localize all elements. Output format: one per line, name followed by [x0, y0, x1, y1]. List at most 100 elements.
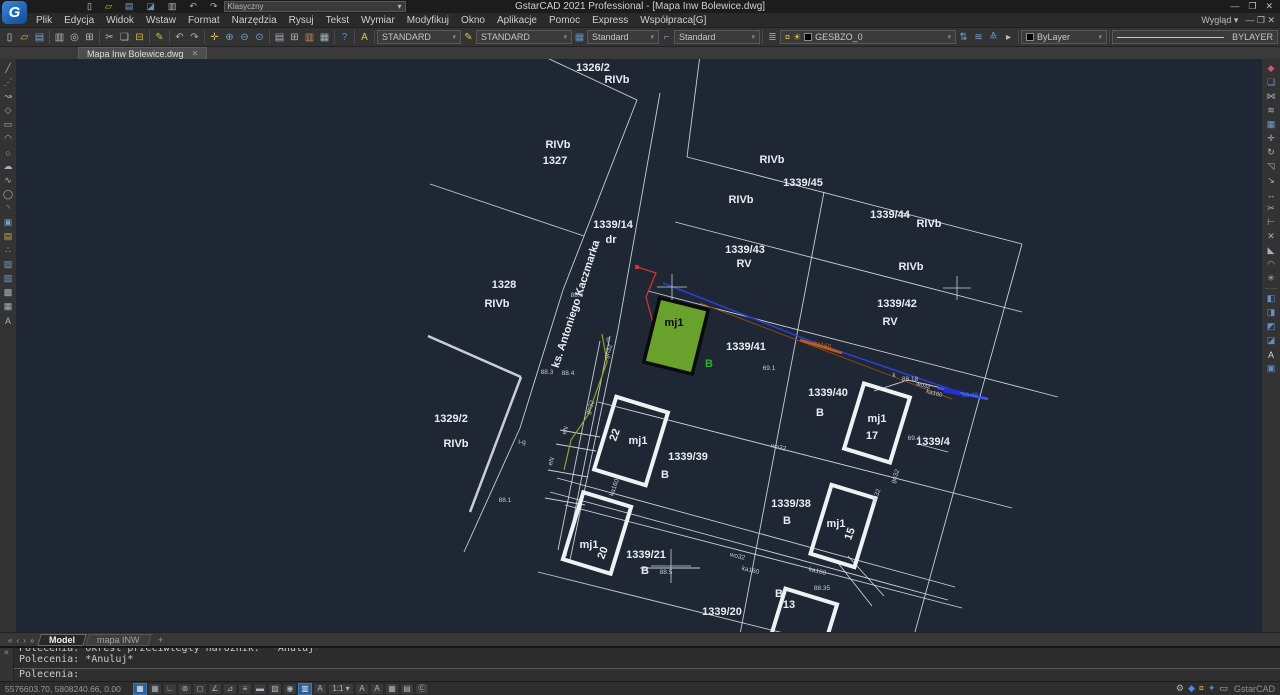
menu-wstaw[interactable]: Wstaw — [140, 15, 182, 26]
layout-tab-mapa-inw[interactable]: mapa INW — [86, 634, 152, 646]
redo-icon[interactable]: ↷ — [210, 1, 218, 12]
menu-format[interactable]: Format — [182, 15, 226, 26]
revision-cloud-icon[interactable]: ☁ — [1, 160, 15, 173]
ellipse-arc-icon[interactable]: ◝ — [1, 202, 15, 215]
erase-icon[interactable]: ◆ — [1264, 62, 1278, 75]
annotation-sync-toggle[interactable]: A — [370, 683, 384, 695]
table-icon[interactable]: ▦ — [1, 300, 15, 313]
menu-narzdzia[interactable]: Narzędzia — [226, 15, 283, 26]
open-file-icon[interactable]: ▱ — [105, 1, 112, 12]
menu-modyfikuj[interactable]: Modyfikuj — [401, 15, 455, 26]
draw-order-back-icon[interactable]: ◨ — [1264, 306, 1278, 319]
new-icon[interactable]: ▯ — [2, 30, 17, 45]
zoom-window-icon[interactable]: ⊖ — [237, 30, 252, 45]
isometric-draft-toggle[interactable]: ▦ — [385, 683, 399, 695]
polar-toggle[interactable]: ⊚ — [178, 683, 192, 695]
point-icon[interactable]: ∴ — [1, 244, 15, 257]
layout-nav-icon[interactable]: » — [28, 636, 36, 645]
snap-toggle[interactable]: ▦ — [133, 683, 147, 695]
drawing-svg[interactable]: 1326/2RIVbRIVb1327RIVb1339/45RIVb1339/44… — [16, 59, 1262, 632]
trim-icon[interactable]: ✂ — [1264, 202, 1278, 215]
clean-screen-toggle[interactable]: Ⓒ — [415, 683, 429, 695]
design-center-icon[interactable]: ⊞ — [287, 30, 302, 45]
make-block-icon[interactable]: ▤ — [1, 230, 15, 243]
command-panel-close-button[interactable]: × — [0, 648, 14, 681]
add-layout-button[interactable]: + — [153, 635, 168, 645]
multileader-style-icon[interactable]: ⌐ — [659, 30, 674, 45]
color-control-combo[interactable]: ByLayer ▾ — [1021, 30, 1107, 44]
menu-rysuj[interactable]: Rysuj — [283, 15, 320, 26]
menu-express[interactable]: Express — [586, 15, 634, 26]
region-icon[interactable]: ▩ — [1, 286, 15, 299]
hatch-icon[interactable]: ▨ — [1, 258, 15, 271]
workspace-toggle[interactable]: ▤ — [400, 683, 414, 695]
stretch-icon[interactable]: ↘ — [1264, 174, 1278, 187]
minimize-button[interactable]: — — [1230, 1, 1239, 12]
menu-okno[interactable]: Okno — [455, 15, 491, 26]
save-as-icon[interactable]: ◪ — [146, 1, 155, 12]
ucs-detect-toggle[interactable]: ⊿ — [223, 683, 237, 695]
menu-wymiar[interactable]: Wymiar — [355, 15, 401, 26]
spell-check-icon[interactable]: A — [1264, 348, 1278, 361]
pan-icon[interactable]: ✛ — [207, 30, 222, 45]
zoom-previous-icon[interactable]: ⊙ — [252, 30, 267, 45]
close-button[interactable]: ✕ — [1265, 1, 1273, 12]
lengthen-icon[interactable]: ↔ — [1264, 188, 1278, 201]
fillet-icon[interactable]: ◠ — [1264, 258, 1278, 271]
explode-icon[interactable]: ✳ — [1264, 272, 1278, 285]
print-preview-icon[interactable]: ◎ — [67, 30, 82, 45]
help-icon[interactable]: ? — [337, 30, 352, 45]
close-tab-icon[interactable]: ✕ — [192, 49, 199, 58]
linetype-combo[interactable]: BYLAYER — [1112, 30, 1278, 44]
etrack-toggle[interactable]: ∠ — [208, 683, 222, 695]
spline-icon[interactable]: ∿ — [1, 174, 15, 187]
multileader-style-combo[interactable]: Standard▾ — [674, 30, 760, 44]
transparency-toggle[interactable]: ▨ — [268, 683, 282, 695]
ortho-toggle[interactable]: ∟ — [163, 683, 177, 695]
insert-block-icon[interactable]: ▣ — [1, 216, 15, 229]
polygon-icon[interactable]: ◇ — [1, 104, 15, 117]
quick-properties-toggle[interactable]: ◉ — [283, 683, 297, 695]
polyline-icon[interactable]: ↝ — [1, 90, 15, 103]
mirror-icon[interactable]: ⋈ — [1264, 90, 1278, 103]
copy-icon[interactable]: ❏ — [1264, 76, 1278, 89]
undo-icon[interactable]: ↶ — [172, 30, 187, 45]
layer-isolate-icon[interactable]: ≙ — [986, 30, 1001, 45]
grid-toggle[interactable]: ▦ — [148, 683, 162, 695]
line-icon[interactable]: ╱ — [1, 62, 15, 75]
dyn-toggle[interactable]: ≡ — [238, 683, 252, 695]
undo-icon[interactable]: ↶ — [189, 1, 197, 12]
rotate-icon[interactable]: ↻ — [1264, 146, 1278, 159]
print-icon[interactable]: ▥ — [52, 30, 67, 45]
multiline-text-icon[interactable]: A — [1, 314, 15, 327]
settings-gear-icon[interactable]: ⚙ — [1176, 683, 1184, 694]
open-icon[interactable]: ▱ — [17, 30, 32, 45]
menu-edycja[interactable]: Edycja — [58, 15, 100, 26]
scale-icon[interactable]: ◹ — [1264, 160, 1278, 173]
paste-icon[interactable]: ⊟ — [132, 30, 147, 45]
auto-annotation-toggle[interactable]: A — [355, 683, 369, 695]
menu-pomoc[interactable]: Pomoc — [543, 15, 586, 26]
text-style-combo[interactable]: STANDARD▾ — [377, 30, 461, 44]
quick-calc-icon[interactable]: ▦ — [317, 30, 332, 45]
draw-order-below-icon[interactable]: ◪ — [1264, 334, 1278, 347]
display-monitor-icon[interactable]: ▭ — [1219, 683, 1228, 694]
publish-icon[interactable]: ⊞ — [82, 30, 97, 45]
annotation-visibility-toggle[interactable]: A — [313, 683, 327, 695]
text-style-icon[interactable]: ✎ — [461, 30, 476, 45]
command-input[interactable]: Polecenia: — [14, 668, 1280, 681]
cut-icon[interactable]: ✂ — [102, 30, 117, 45]
menu-wsppracag[interactable]: Współpraca[G] — [634, 15, 712, 26]
selection-cycling-toggle[interactable]: ▥ — [298, 683, 312, 695]
table-style-combo[interactable]: Standard▾ — [587, 30, 659, 44]
layer-previous-icon[interactable]: ⇅ — [956, 30, 971, 45]
draw-order-above-icon[interactable]: ◩ — [1264, 320, 1278, 333]
table-style-icon[interactable]: ▦ — [572, 30, 587, 45]
new-file-icon[interactable]: ▯ — [87, 1, 92, 12]
layer-states-icon[interactable]: ≋ — [971, 30, 986, 45]
match-properties-icon[interactable]: A — [357, 30, 372, 45]
layer-properties-icon[interactable]: ≣ — [765, 30, 780, 45]
break-icon[interactable]: ✕ — [1264, 230, 1278, 243]
gstarcad-logo-icon[interactable]: G — [2, 1, 27, 24]
drawing-canvas[interactable]: 1326/2RIVbRIVb1327RIVb1339/45RIVb1339/44… — [16, 59, 1262, 632]
